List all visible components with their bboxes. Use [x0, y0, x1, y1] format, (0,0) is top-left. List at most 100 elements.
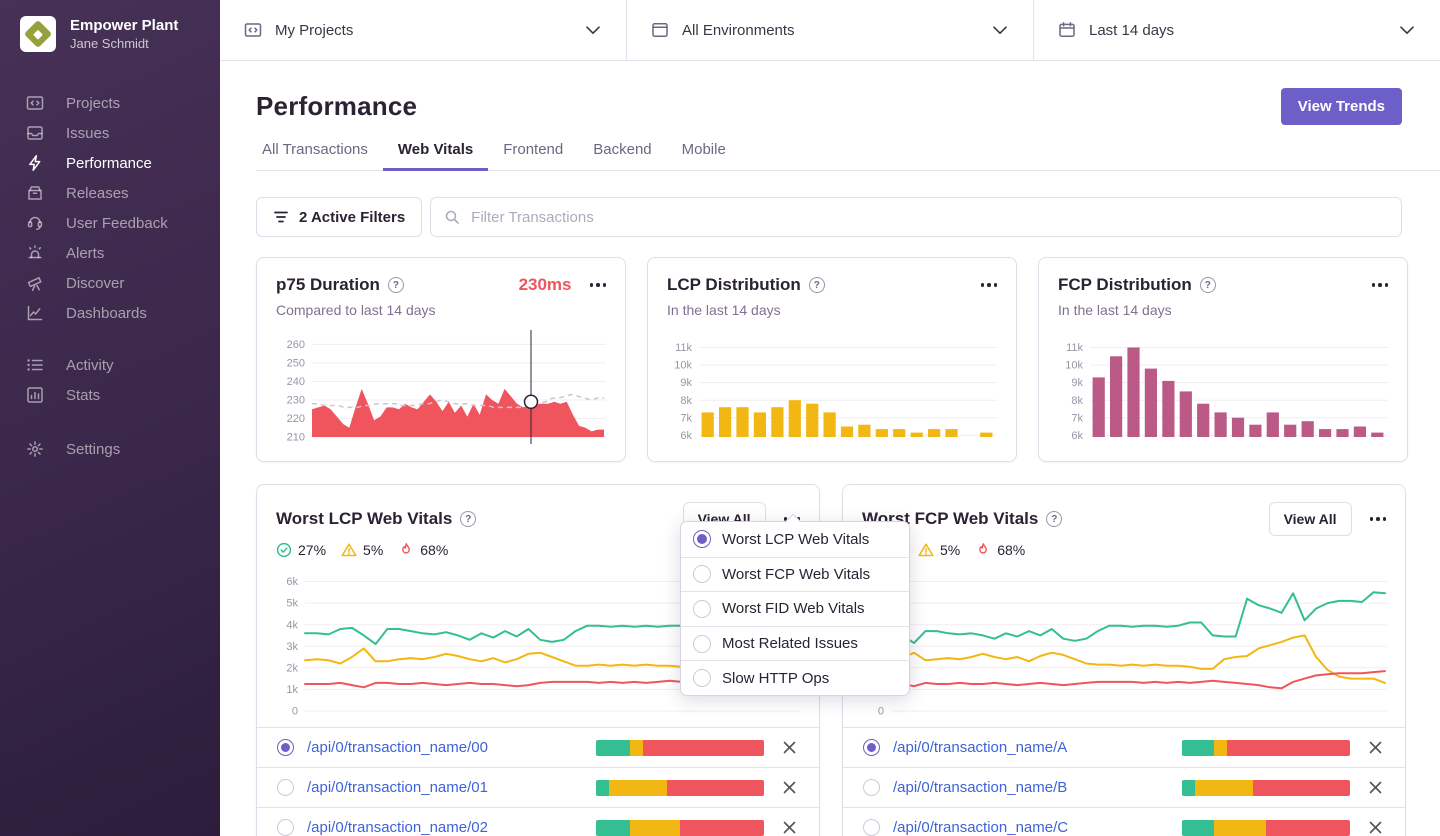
sidebar-item-performance[interactable]: Performance — [0, 148, 220, 178]
chevron-down-icon — [586, 22, 600, 39]
good-percent: 27% — [298, 542, 327, 558]
chevron-down-icon — [1400, 22, 1414, 39]
card-subtitle: Compared to last 14 days — [276, 302, 436, 318]
fire-icon — [402, 543, 411, 554]
alerts-siren-icon — [28, 245, 42, 259]
global-filter-bar: My Projects All Environments Last 14 day… — [220, 0, 1440, 61]
help-icon[interactable]: ? — [387, 277, 404, 293]
search-icon — [445, 210, 459, 224]
fcp-distribution-card: FCP Distribution ? In the last 14 days 1… — [1038, 257, 1408, 462]
tab-web-vitals[interactable]: Web Vitals — [383, 141, 488, 171]
help-icon[interactable]: ? — [460, 511, 477, 527]
overflow-menu-icon[interactable] — [980, 283, 997, 287]
svg-text:11k: 11k — [1066, 342, 1083, 354]
row-radio[interactable] — [863, 819, 880, 836]
row-radio[interactable] — [863, 739, 880, 756]
vitals-bar — [1182, 779, 1350, 796]
warning-triangle-icon — [341, 543, 357, 557]
sidebar-item-dashboards[interactable]: Dashboards — [0, 298, 220, 328]
card-title: LCP Distribution — [667, 275, 801, 294]
help-icon[interactable]: ? — [1046, 511, 1063, 527]
close-icon[interactable] — [1368, 820, 1383, 835]
close-icon[interactable] — [782, 740, 797, 755]
row-radio[interactable] — [277, 819, 294, 836]
page-title: Performance — [256, 91, 418, 121]
close-icon[interactable] — [782, 820, 797, 835]
menu-item-worst-fcp[interactable]: Worst FCP Web Vitals — [681, 556, 909, 592]
worst-fcp-card: Worst FCP Web Vitals ? View All 5% 68% 6… — [842, 484, 1406, 836]
sidebar-item-releases[interactable]: Releases — [0, 178, 220, 208]
transaction-link[interactable]: /api/0/transaction_name/B — [893, 779, 1067, 796]
menu-item-slow-http-ops[interactable]: Slow HTTP Ops — [681, 660, 909, 695]
svg-text:9k: 9k — [680, 377, 692, 389]
help-icon[interactable]: ? — [808, 277, 825, 293]
card-title: FCP Distribution — [1058, 275, 1192, 294]
close-icon[interactable] — [1368, 740, 1383, 755]
menu-item-worst-fid[interactable]: Worst FID Web Vitals — [681, 591, 909, 626]
sidebar-item-stats[interactable]: Stats — [0, 380, 220, 410]
menu-item-label: Most Related Issues — [722, 635, 858, 653]
overflow-menu-icon[interactable] — [589, 283, 606, 287]
date-range-dropdown[interactable]: Last 14 days — [1033, 0, 1440, 60]
transaction-link[interactable]: /api/0/transaction_name/00 — [307, 739, 488, 756]
sidebar-item-activity[interactable]: Activity — [0, 350, 220, 380]
svg-text:250: 250 — [287, 358, 305, 370]
worst-fcp-chart: 6k5k4k3k2k1k0 — [843, 558, 1405, 727]
org-switcher[interactable]: Empower Plant Jane Schmidt — [0, 0, 220, 52]
sidebar-item-label: Discover — [66, 274, 125, 292]
tab-all-transactions[interactable]: All Transactions — [256, 141, 383, 171]
tab-frontend[interactable]: Frontend — [488, 141, 578, 171]
menu-item-label: Slow HTTP Ops — [722, 669, 830, 687]
svg-text:220: 220 — [287, 413, 305, 425]
sidebar-item-user-feedback[interactable]: User Feedback — [0, 208, 220, 238]
row-radio[interactable] — [863, 779, 880, 796]
sidebar-item-discover[interactable]: Discover — [0, 268, 220, 298]
sidebar-item-projects[interactable]: Projects — [0, 88, 220, 118]
row-radio[interactable] — [277, 739, 294, 756]
environment-filter-dropdown[interactable]: All Environments — [626, 0, 1033, 60]
sidebar-item-label: Issues — [66, 124, 110, 142]
view-trends-button[interactable]: View Trends — [1280, 88, 1402, 125]
environment-window-icon — [652, 23, 668, 37]
svg-text:8k: 8k — [680, 395, 692, 407]
overflow-menu-icon[interactable] — [1371, 283, 1388, 287]
radio-icon — [693, 634, 711, 653]
svg-text:6k: 6k — [1071, 430, 1083, 442]
sidebar-item-alerts[interactable]: Alerts — [0, 238, 220, 268]
overflow-menu-icon[interactable] — [1369, 517, 1386, 521]
transaction-link[interactable]: /api/0/transaction_name/02 — [307, 819, 488, 836]
close-icon[interactable] — [1368, 780, 1383, 795]
sidebar-item-settings[interactable]: Settings — [0, 434, 220, 464]
card-title: Worst LCP Web Vitals — [276, 509, 453, 528]
transaction-link[interactable]: /api/0/transaction_name/C — [893, 819, 1068, 836]
transaction-link[interactable]: /api/0/transaction_name/A — [893, 739, 1067, 756]
active-filters-button[interactable]: 2 Active Filters — [256, 197, 423, 237]
svg-text:10k: 10k — [674, 360, 692, 372]
svg-text:9k: 9k — [1071, 377, 1083, 389]
lcp-distribution-card: LCP Distribution ? In the last 14 days 1… — [647, 257, 1017, 462]
row-radio[interactable] — [277, 779, 294, 796]
svg-text:210: 210 — [287, 432, 305, 444]
p75-duration-chart: 260 250 240 230 220 210 — [276, 330, 606, 449]
tab-backend[interactable]: Backend — [578, 141, 666, 171]
view-all-button[interactable]: View All — [1268, 502, 1352, 536]
radio-icon — [693, 565, 711, 584]
discover-telescope-icon — [27, 277, 42, 292]
menu-item-most-related-issues[interactable]: Most Related Issues — [681, 625, 909, 661]
lcp-distribution-chart: 11k 10k 9k 8k 7k 6k — [667, 330, 997, 449]
performance-tabs: All Transactions Web Vitals Frontend Bac… — [256, 141, 1440, 171]
search-input[interactable] — [430, 197, 1402, 237]
project-filter-dropdown[interactable]: My Projects — [220, 0, 626, 60]
sidebar-item-issues[interactable]: Issues — [0, 118, 220, 148]
menu-item-worst-lcp[interactable]: Worst LCP Web Vitals — [681, 522, 909, 557]
chart-type-dropdown-menu: Worst LCP Web Vitals Worst FCP Web Vital… — [680, 521, 910, 696]
radio-icon — [693, 669, 711, 688]
transaction-link[interactable]: /api/0/transaction_name/01 — [307, 779, 488, 796]
table-row: /api/0/transaction_name/01 — [257, 767, 819, 807]
meh-percent: 5% — [363, 542, 384, 558]
close-icon[interactable] — [782, 780, 797, 795]
tab-mobile[interactable]: Mobile — [667, 141, 741, 171]
check-circle-icon — [276, 542, 292, 558]
help-icon[interactable]: ? — [1199, 277, 1216, 293]
activity-list-icon — [27, 359, 43, 371]
